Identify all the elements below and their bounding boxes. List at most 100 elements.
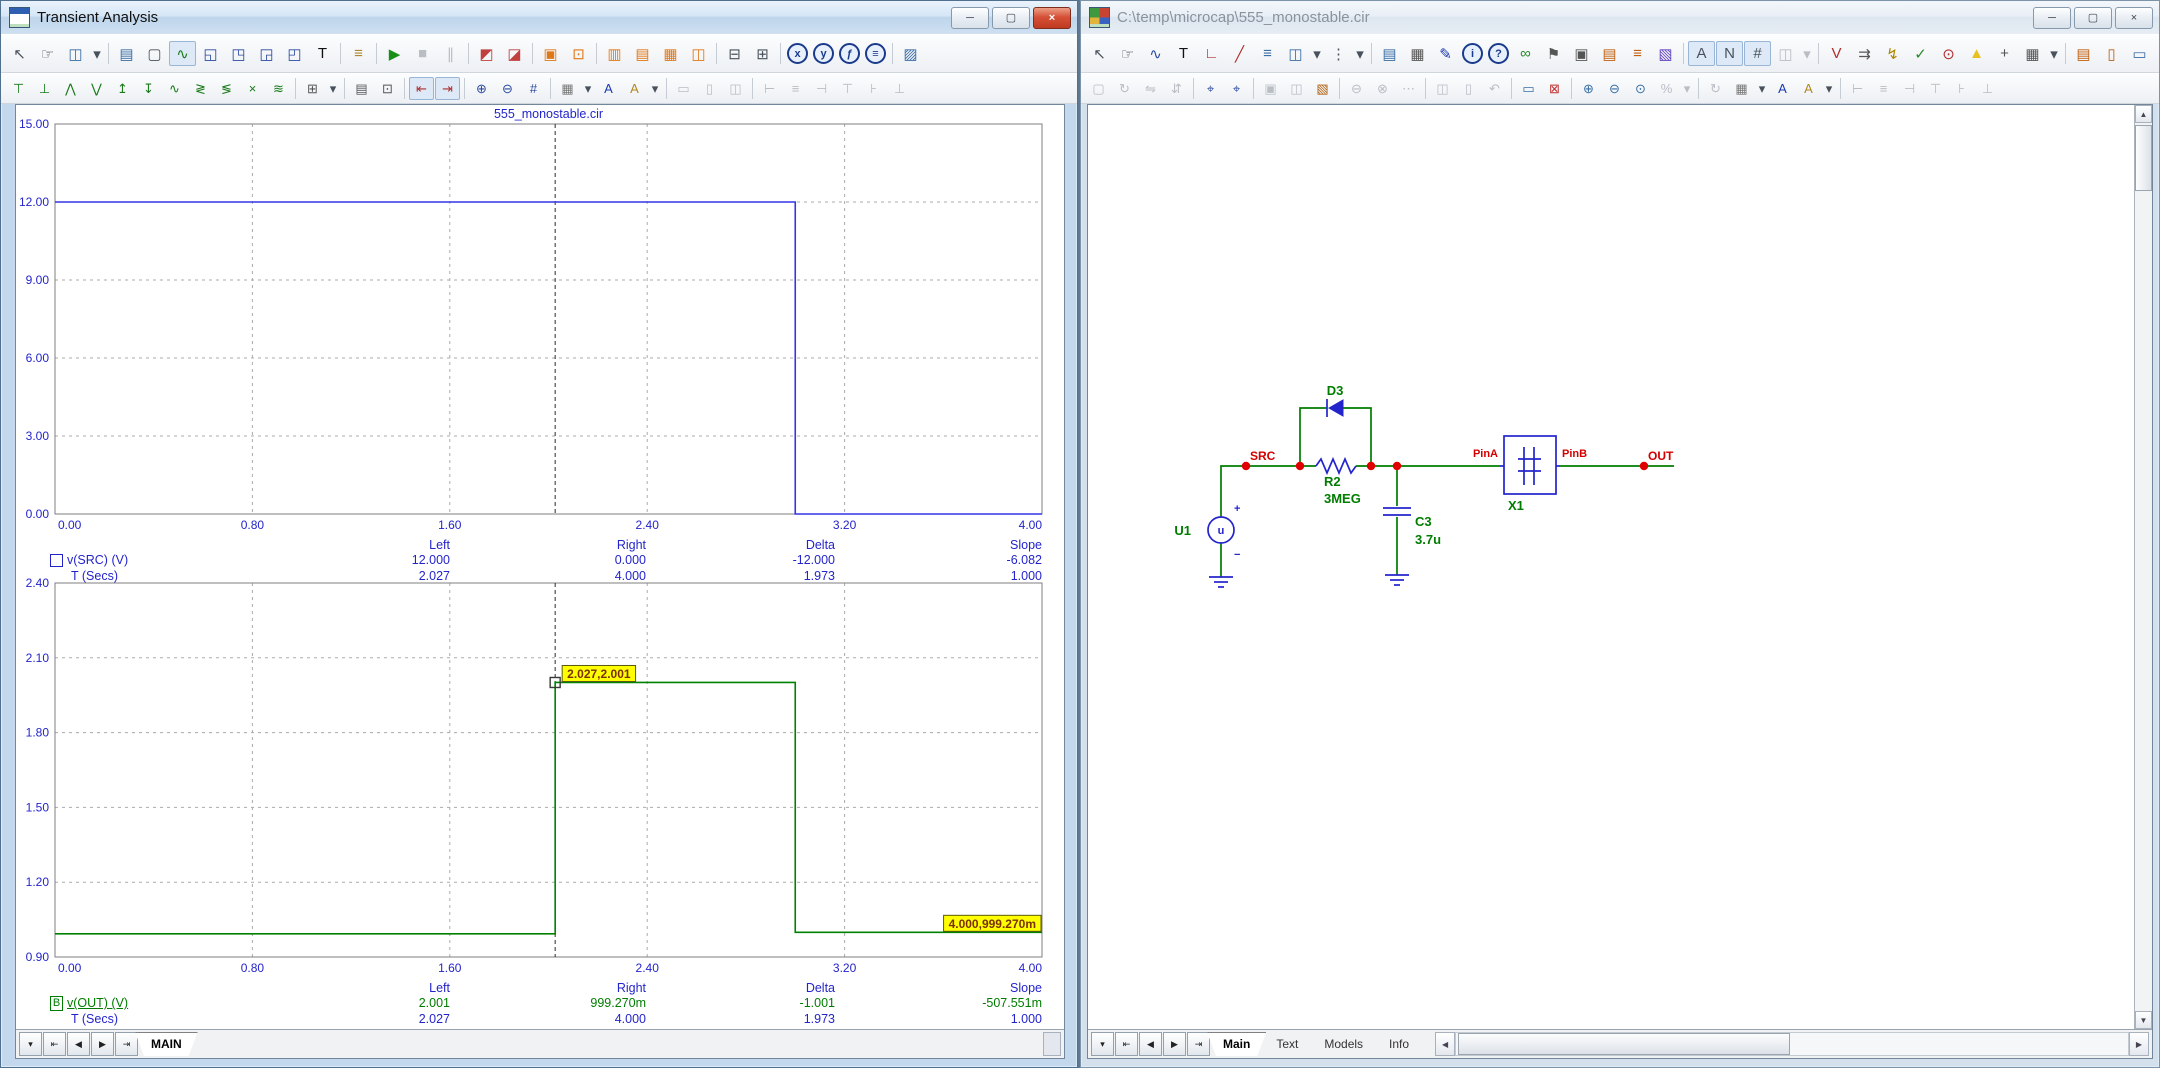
left-cursor-icon[interactable]: ⇤ xyxy=(409,77,434,100)
run-icon[interactable]: ▶ xyxy=(381,41,408,66)
vsrc-chart[interactable]: 0.000.801.602.403.204.0015.0012.009.006.… xyxy=(16,105,1064,537)
component-icon[interactable]: ◫ xyxy=(1282,41,1309,66)
diagonal-wire-mode-icon[interactable]: ╱ xyxy=(1226,41,1253,66)
go-to-performance-icon[interactable]: ƒ xyxy=(839,43,860,64)
split-vertical-icon[interactable]: ⊞ xyxy=(749,41,776,66)
vertical-scroll-thumb[interactable] xyxy=(2135,125,2152,191)
voltage-source-u1[interactable]: u + − xyxy=(1208,503,1240,561)
find-next-icon[interactable]: ⌖ xyxy=(1224,77,1249,100)
component-dropdown-icon[interactable]: ▾ xyxy=(1310,41,1324,66)
font-color-dropdown-icon[interactable]: ▾ xyxy=(1822,77,1836,100)
show-power-icon[interactable]: ↯ xyxy=(1879,41,1906,66)
scroll-up-button[interactable]: ▲ xyxy=(2135,105,2152,123)
tab-list-button[interactable]: ▾ xyxy=(19,1032,42,1056)
link-icon[interactable]: ∞ xyxy=(1512,41,1539,66)
show-node-names-icon[interactable]: N xyxy=(1716,41,1743,66)
horizontal-scrollbar[interactable]: ◀ ▶ xyxy=(1435,1032,2149,1056)
enable-box-icon[interactable]: ▣ xyxy=(1568,41,1595,66)
vertical-scrollbar[interactable]: ▲ ▼ xyxy=(2134,105,2152,1029)
close-button[interactable]: × xyxy=(1033,7,1071,29)
grid-dropdown-icon[interactable]: ▾ xyxy=(1755,77,1769,100)
waveform-probe-icon[interactable]: ∿ xyxy=(1142,41,1169,66)
text-mode-icon[interactable]: T xyxy=(309,41,336,66)
show-node-numbers-icon[interactable]: # xyxy=(1744,41,1771,66)
zoom-percent-icon[interactable]: ⊙ xyxy=(1628,77,1653,100)
zoom-out-icon[interactable]: ⊖ xyxy=(1602,77,1627,100)
go-to-branch-icon[interactable]: ≡ xyxy=(865,43,886,64)
bus-mode-icon[interactable]: ≡ xyxy=(1254,41,1281,66)
calculator-dropdown-icon[interactable]: ▾ xyxy=(326,77,340,100)
font-color-icon[interactable]: A xyxy=(622,77,647,100)
title-bar[interactable]: C:\temp\microcap\555_monostable.cir ─ ▢ … xyxy=(1081,1,2159,34)
value-c3[interactable]: 3.7u xyxy=(1415,532,1441,547)
show-attribute-text-icon[interactable]: A xyxy=(1688,41,1715,66)
two-panes-icon[interactable]: ▤ xyxy=(629,41,656,66)
ref-x1[interactable]: X1 xyxy=(1508,498,1524,513)
add-page-icon[interactable]: ▭ xyxy=(1516,77,1541,100)
scroll-right-button[interactable]: ▶ xyxy=(2129,1032,2149,1056)
horizontal-scroll-track[interactable] xyxy=(1455,1032,2129,1056)
last-page-button[interactable]: ⇥ xyxy=(1187,1032,1210,1056)
show-conditions-icon[interactable]: ✓ xyxy=(1907,41,1934,66)
pan-hand-icon[interactable]: ☞ xyxy=(34,41,61,66)
annotation-icon[interactable]: ✎ xyxy=(1432,41,1459,66)
next-high-icon[interactable]: ↥ xyxy=(110,77,135,100)
output-notes-icon[interactable]: ▤ xyxy=(349,77,374,100)
next-page-button[interactable]: ▶ xyxy=(1163,1032,1186,1056)
next-peak-icon[interactable]: ⋀ xyxy=(58,77,83,100)
export-image-icon[interactable]: ▤ xyxy=(113,41,140,66)
scroll-down-button[interactable]: ▼ xyxy=(2135,1011,2152,1029)
state-variables-icon[interactable]: ◩ xyxy=(473,41,500,66)
last-page-button[interactable]: ⇥ xyxy=(115,1032,138,1056)
resistor-r2[interactable] xyxy=(1316,459,1356,473)
copy-to-clipboard-icon[interactable]: ◫ xyxy=(62,41,89,66)
previous-page-button[interactable]: ◀ xyxy=(1139,1032,1162,1056)
numeric-output-icon[interactable]: ⊡ xyxy=(375,77,400,100)
crosshair-icon[interactable]: + xyxy=(1991,41,2018,66)
wire-diode-left[interactable] xyxy=(1300,408,1327,466)
previous-page-button[interactable]: ◀ xyxy=(67,1032,90,1056)
next-valley-icon[interactable]: ⋁ xyxy=(84,77,109,100)
tab-text[interactable]: Text xyxy=(1260,1032,1314,1056)
zoom-auto-icon[interactable]: ⊡ xyxy=(565,41,592,66)
plot-properties-icon[interactable]: ▨ xyxy=(897,41,924,66)
diode-d3[interactable] xyxy=(1327,399,1343,417)
rule-check-icon[interactable]: ≡ xyxy=(1624,41,1651,66)
trace-v-out-v-[interactable] xyxy=(55,682,1042,933)
next-low-icon[interactable]: ↧ xyxy=(136,77,161,100)
node-dropdown-icon[interactable]: ▾ xyxy=(1353,41,1367,66)
first-page-button[interactable]: ⇤ xyxy=(43,1032,66,1056)
tab-info[interactable]: Info xyxy=(1373,1032,1425,1056)
pan-hand-icon[interactable]: ☞ xyxy=(1114,41,1141,66)
zoom-region-icon[interactable]: # xyxy=(521,77,546,100)
schematic-drawing[interactable]: u + − xyxy=(1088,105,2134,1011)
color-shapes-icon[interactable]: ▧ xyxy=(1310,77,1335,100)
node-snap-icon[interactable]: ⋮ xyxy=(1325,41,1352,66)
subcircuit-x1[interactable] xyxy=(1500,436,1560,494)
inflection-point-icon[interactable]: ∿ xyxy=(162,77,187,100)
value-r2[interactable]: 3MEG xyxy=(1324,491,1361,506)
graphics-icon[interactable]: ▤ xyxy=(1376,41,1403,66)
font-color-icon[interactable]: A xyxy=(1796,77,1821,100)
flag-icon[interactable]: ⚑ xyxy=(1540,41,1567,66)
capacitor-c3[interactable] xyxy=(1383,508,1411,515)
cursor-top-icon[interactable]: ⊤ xyxy=(6,77,31,100)
tab-scroll-corner[interactable] xyxy=(1043,1032,1061,1056)
tab-main[interactable]: MAIN xyxy=(135,1032,198,1056)
split-window-icon[interactable]: ◫ xyxy=(2154,41,2160,66)
grid-options-icon[interactable]: ▦ xyxy=(1729,77,1754,100)
ref-c3[interactable]: C3 xyxy=(1415,514,1432,529)
info-icon[interactable]: i xyxy=(1462,43,1483,64)
title-block-icon[interactable]: ▯ xyxy=(2098,41,2125,66)
tab-list-button[interactable]: ▾ xyxy=(1091,1032,1114,1056)
next-page-button[interactable]: ▶ xyxy=(91,1032,114,1056)
help-icon[interactable]: ? xyxy=(1488,43,1509,64)
go-to-y-icon[interactable]: y xyxy=(813,43,834,64)
schematic-canvas[interactable]: u + − xyxy=(1088,105,2134,1029)
copy-dropdown-icon[interactable]: ▾ xyxy=(90,41,104,66)
zoom-window-icon[interactable]: ▣ xyxy=(537,41,564,66)
node-label-out[interactable]: OUT xyxy=(1648,449,1674,463)
zoom-y-mode-icon[interactable]: ◳ xyxy=(225,41,252,66)
zoom-out-icon[interactable]: ⊖ xyxy=(495,77,520,100)
maximize-button[interactable]: ▢ xyxy=(992,7,1030,29)
